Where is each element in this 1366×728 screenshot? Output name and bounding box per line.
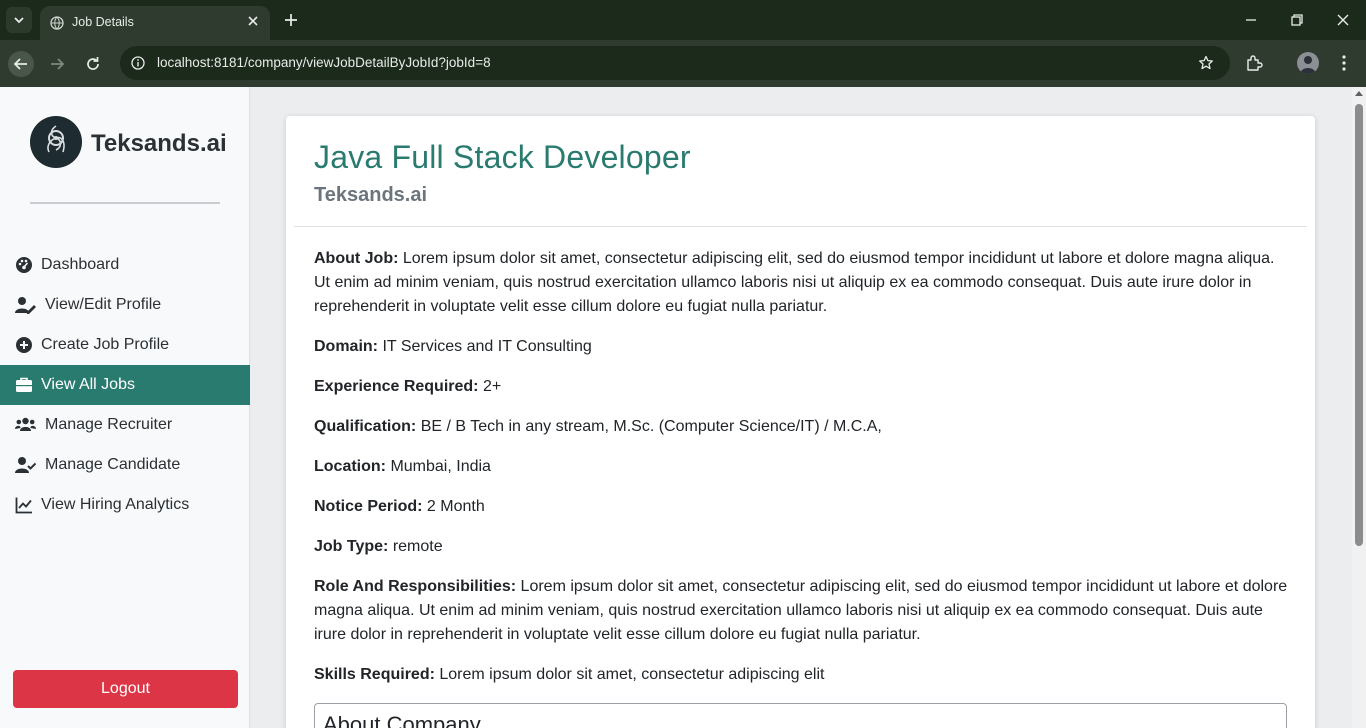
field-value: Mumbai, India [390, 458, 491, 475]
chevron-down-icon [14, 17, 24, 24]
field-label: Role And Responsibilities: [314, 578, 517, 595]
field-label: About Job: [314, 250, 399, 267]
field-label: Qualification: [314, 418, 417, 435]
line-chart-icon [15, 497, 32, 514]
browser-toolbar: localhost:8181/company/viewJobDetailByJo… [0, 40, 1366, 87]
company-name: Teksands.ai [314, 184, 428, 206]
kebab-menu-icon[interactable] [1336, 54, 1352, 72]
address-bar[interactable]: localhost:8181/company/viewJobDetailByJo… [120, 46, 1230, 80]
forward-button[interactable] [44, 51, 70, 77]
job-details: About Job: Lorem ipsum dolor sit amet, c… [314, 247, 1294, 703]
field-skills-required: Skills Required: Lorem ipsum dolor sit a… [314, 663, 1294, 687]
field-value: 2 Month [426, 498, 485, 515]
logout-button[interactable]: Logout [13, 670, 238, 708]
profile-avatar[interactable] [1297, 52, 1319, 74]
field-job-type: Job Type: remote [314, 535, 1294, 559]
browser-tab[interactable]: Job Details [40, 6, 270, 40]
site-info-icon[interactable] [131, 56, 145, 70]
logo-emblem-icon [31, 117, 81, 167]
job-detail-card: Java Full Stack Developer Teksands.ai Ab… [286, 116, 1315, 728]
brand-name: Teksands.ai [91, 130, 227, 157]
sidebar-item-label: View/Edit Profile [45, 296, 162, 313]
card-divider [294, 226, 1307, 227]
field-value: BE / B Tech in any stream, M.Sc. (Comput… [420, 418, 882, 435]
reload-button[interactable] [80, 51, 106, 77]
tab-search-button[interactable] [6, 7, 32, 33]
new-tab-icon[interactable] [282, 11, 300, 29]
arrow-left-icon [13, 58, 27, 70]
plus-circle-icon [16, 337, 32, 353]
scroll-thumb[interactable] [1355, 104, 1363, 546]
user-check-icon [15, 457, 36, 473]
restore-icon[interactable] [1289, 12, 1305, 28]
tab-title: Job Details [72, 15, 134, 29]
field-experience-required: Experience Required: 2+ [314, 375, 1294, 399]
browser-titlebar: Job Details [0, 0, 1366, 40]
page-scrollbar[interactable] [1352, 87, 1366, 728]
bookmark-star-icon[interactable] [1198, 55, 1214, 71]
sidebar-item-label: View Hiring Analytics [41, 496, 190, 513]
field-role-and-responsibilities: Role And Responsibilities: Lorem ipsum d… [314, 575, 1294, 647]
main-content: Java Full Stack Developer Teksands.ai Ab… [251, 87, 1352, 728]
window-close-icon[interactable] [1335, 12, 1351, 28]
sidebar-item-label: Create Job Profile [41, 336, 170, 353]
field-value: 2+ [482, 378, 502, 395]
field-label: Notice Period: [314, 498, 423, 515]
field-label: Domain: [314, 338, 378, 355]
minimize-icon[interactable] [1243, 12, 1259, 28]
close-icon[interactable] [246, 14, 260, 28]
field-label: Experience Required: [314, 378, 479, 395]
sidebar-item-view-edit-profile[interactable]: View/Edit Profile [0, 285, 250, 325]
sidebar-item-label: Manage Recruiter [45, 416, 173, 433]
field-value: remote [392, 538, 443, 555]
field-about-job: About Job: Lorem ipsum dolor sit amet, c… [314, 247, 1294, 319]
sidebar-item-label: Dashboard [41, 256, 120, 273]
field-location: Location: Mumbai, India [314, 455, 1294, 479]
job-title: Java Full Stack Developer [314, 139, 691, 175]
field-label: Skills Required: [314, 666, 435, 683]
sidebar-item-dashboard[interactable]: Dashboard [0, 245, 250, 285]
sidebar-item-label: View All Jobs [41, 376, 135, 393]
sidebar-item-label: Manage Candidate [45, 456, 181, 473]
briefcase-icon [16, 377, 32, 392]
sidebar-item-manage-candidate[interactable]: Manage Candidate [0, 445, 250, 485]
reload-icon [87, 57, 99, 70]
users-icon [15, 417, 36, 431]
field-domain: Domain: IT Services and IT Consulting [314, 335, 1294, 359]
dashboard-icon [16, 257, 32, 273]
arrow-right-icon [51, 58, 65, 70]
brand-logo[interactable] [30, 116, 82, 168]
sidebar-item-view-all-jobs[interactable]: View All Jobs [0, 365, 250, 405]
field-notice-period: Notice Period: 2 Month [314, 495, 1294, 519]
scroll-up-arrow-icon[interactable] [1355, 91, 1363, 96]
field-value: IT Services and IT Consulting [382, 338, 592, 355]
field-value: Lorem ipsum dolor sit amet, consectetur … [439, 666, 825, 683]
field-qualification: Qualification: BE / B Tech in any stream… [314, 415, 1294, 439]
back-button[interactable] [8, 51, 34, 77]
extensions-icon[interactable] [1245, 54, 1263, 72]
brand-divider [30, 202, 220, 204]
globe-icon [50, 16, 64, 30]
field-label: Job Type: [314, 538, 389, 555]
sidebar-nav: Dashboard View/Edit Profile Create Job P… [0, 245, 250, 525]
sidebar-item-manage-recruiter[interactable]: Manage Recruiter [0, 405, 250, 445]
sidebar-item-view-hiring-analytics[interactable]: View Hiring Analytics [0, 485, 250, 525]
about-company-section: About Company [314, 703, 1287, 728]
about-company-title: About Company [323, 712, 481, 728]
sidebar-item-create-job-profile[interactable]: Create Job Profile [0, 325, 250, 365]
field-label: Location: [314, 458, 386, 475]
avatar-icon [1300, 56, 1316, 74]
sidebar: Teksands.ai Dashboard View/Edit Profile … [0, 87, 250, 728]
user-edit-icon [15, 297, 36, 314]
url-text: localhost:8181/company/viewJobDetailByJo… [157, 55, 491, 70]
field-value: Lorem ipsum dolor sit amet, consectetur … [314, 250, 1275, 315]
